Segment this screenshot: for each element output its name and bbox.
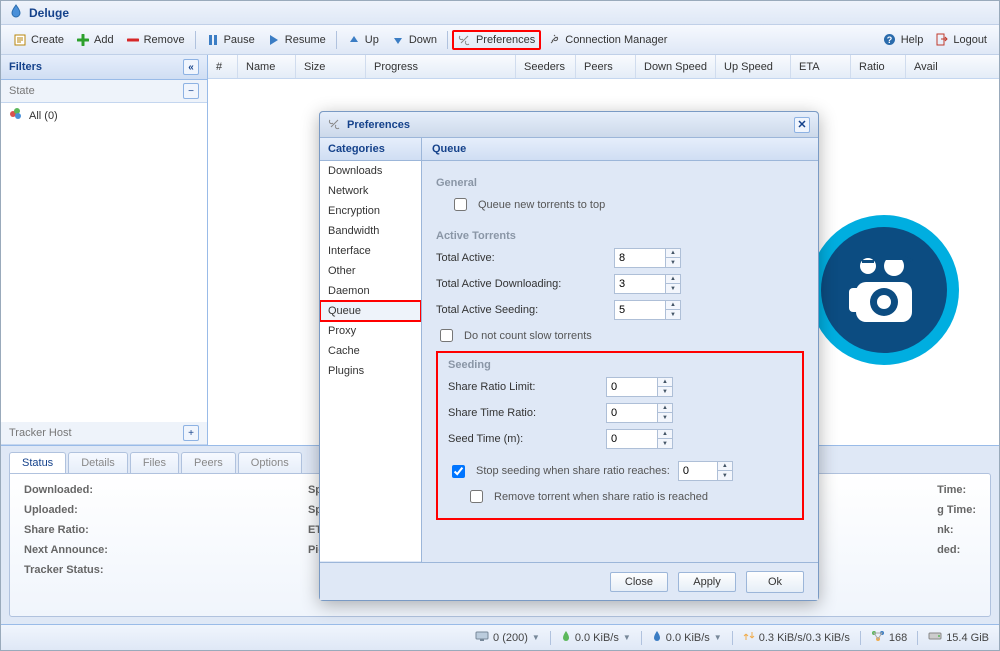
- category-encryption[interactable]: Encryption: [320, 201, 421, 221]
- stop-seeding-spinner[interactable]: ▲▼: [678, 461, 733, 481]
- spin-down-icon[interactable]: ▼: [666, 284, 680, 293]
- category-other[interactable]: Other: [320, 261, 421, 281]
- seed-time-spinner[interactable]: ▲▼: [606, 429, 673, 449]
- spin-down-icon[interactable]: ▼: [658, 413, 672, 422]
- preferences-footer: Close Apply Ok: [320, 562, 818, 600]
- apply-button[interactable]: Apply: [678, 572, 736, 592]
- seed-time-input[interactable]: [607, 430, 657, 448]
- close-button[interactable]: Close: [610, 572, 668, 592]
- spin-down-icon[interactable]: ▼: [658, 387, 672, 396]
- share-ratio-limit-input[interactable]: [607, 378, 657, 396]
- modal-overlay: Preferences ✕ Categories DownloadsNetwor…: [1, 1, 999, 650]
- preferences-window: Preferences ✕ Categories DownloadsNetwor…: [319, 111, 819, 601]
- seeding-section-highlight: Seeding Share Ratio Limit: ▲▼ Share Time…: [436, 351, 804, 520]
- total-active-input[interactable]: [615, 249, 665, 267]
- seed-time-label: Seed Time (m):: [448, 433, 598, 445]
- spin-up-icon[interactable]: ▲: [658, 378, 672, 387]
- active-torrents-heading: Active Torrents: [436, 230, 804, 242]
- category-daemon[interactable]: Daemon: [320, 281, 421, 301]
- share-ratio-limit-label: Share Ratio Limit:: [448, 381, 598, 393]
- dont-count-slow-label: Do not count slow torrents: [464, 330, 592, 342]
- category-plugins[interactable]: Plugins: [320, 361, 421, 381]
- share-time-ratio-label: Share Time Ratio:: [448, 407, 598, 419]
- remove-torrent-checkbox[interactable]: [470, 490, 483, 503]
- stop-seeding-label: Stop seeding when share ratio reaches:: [476, 465, 670, 477]
- spin-up-icon[interactable]: ▲: [718, 462, 732, 471]
- categories-panel: Categories DownloadsNetworkEncryptionBan…: [320, 138, 422, 562]
- category-queue[interactable]: Queue: [320, 301, 421, 321]
- stop-seeding-input[interactable]: [679, 462, 717, 480]
- category-cache[interactable]: Cache: [320, 341, 421, 361]
- total-seed-input[interactable]: [615, 301, 665, 319]
- seeding-heading: Seeding: [448, 359, 792, 371]
- total-active-label: Total Active:: [436, 252, 606, 264]
- category-network[interactable]: Network: [320, 181, 421, 201]
- settings-page-title: Queue: [422, 138, 818, 161]
- share-time-ratio-input[interactable]: [607, 404, 657, 422]
- queue-new-top-label: Queue new torrents to top: [478, 199, 605, 211]
- category-proxy[interactable]: Proxy: [320, 321, 421, 341]
- spin-up-icon[interactable]: ▲: [658, 430, 672, 439]
- spin-down-icon[interactable]: ▼: [666, 310, 680, 319]
- queue-new-top-checkbox[interactable]: [454, 198, 467, 211]
- total-down-spinner[interactable]: ▲▼: [614, 274, 681, 294]
- total-seed-label: Total Active Seeding:: [436, 304, 606, 316]
- remove-torrent-label: Remove torrent when share ratio is reach…: [494, 491, 708, 503]
- close-icon[interactable]: ✕: [794, 117, 810, 133]
- preferences-title-bar[interactable]: Preferences ✕: [320, 112, 818, 138]
- total-active-spinner[interactable]: ▲▼: [614, 248, 681, 268]
- general-heading: General: [436, 177, 804, 189]
- ok-button[interactable]: Ok: [746, 571, 804, 593]
- categories-list: DownloadsNetworkEncryptionBandwidthInter…: [320, 161, 421, 561]
- total-seed-spinner[interactable]: ▲▼: [614, 300, 681, 320]
- spin-up-icon[interactable]: ▲: [666, 249, 680, 258]
- tools-icon: [328, 117, 341, 133]
- category-bandwidth[interactable]: Bandwidth: [320, 221, 421, 241]
- spin-up-icon[interactable]: ▲: [666, 275, 680, 284]
- spin-down-icon[interactable]: ▼: [658, 439, 672, 448]
- share-time-ratio-spinner[interactable]: ▲▼: [606, 403, 673, 423]
- category-interface[interactable]: Interface: [320, 241, 421, 261]
- spin-up-icon[interactable]: ▲: [666, 301, 680, 310]
- categories-header: Categories: [320, 138, 421, 161]
- stop-seeding-checkbox[interactable]: [452, 465, 465, 478]
- dont-count-slow-checkbox[interactable]: [440, 329, 453, 342]
- category-downloads[interactable]: Downloads: [320, 161, 421, 181]
- share-ratio-limit-spinner[interactable]: ▲▼: [606, 377, 673, 397]
- total-down-label: Total Active Downloading:: [436, 278, 606, 290]
- settings-panel: Queue General Queue new torrents to top …: [422, 138, 818, 562]
- spin-down-icon[interactable]: ▼: [718, 471, 732, 480]
- spin-down-icon[interactable]: ▼: [666, 258, 680, 267]
- total-down-input[interactable]: [615, 275, 665, 293]
- spin-up-icon[interactable]: ▲: [658, 404, 672, 413]
- queue-new-top-row: Queue new torrents to top: [450, 195, 804, 214]
